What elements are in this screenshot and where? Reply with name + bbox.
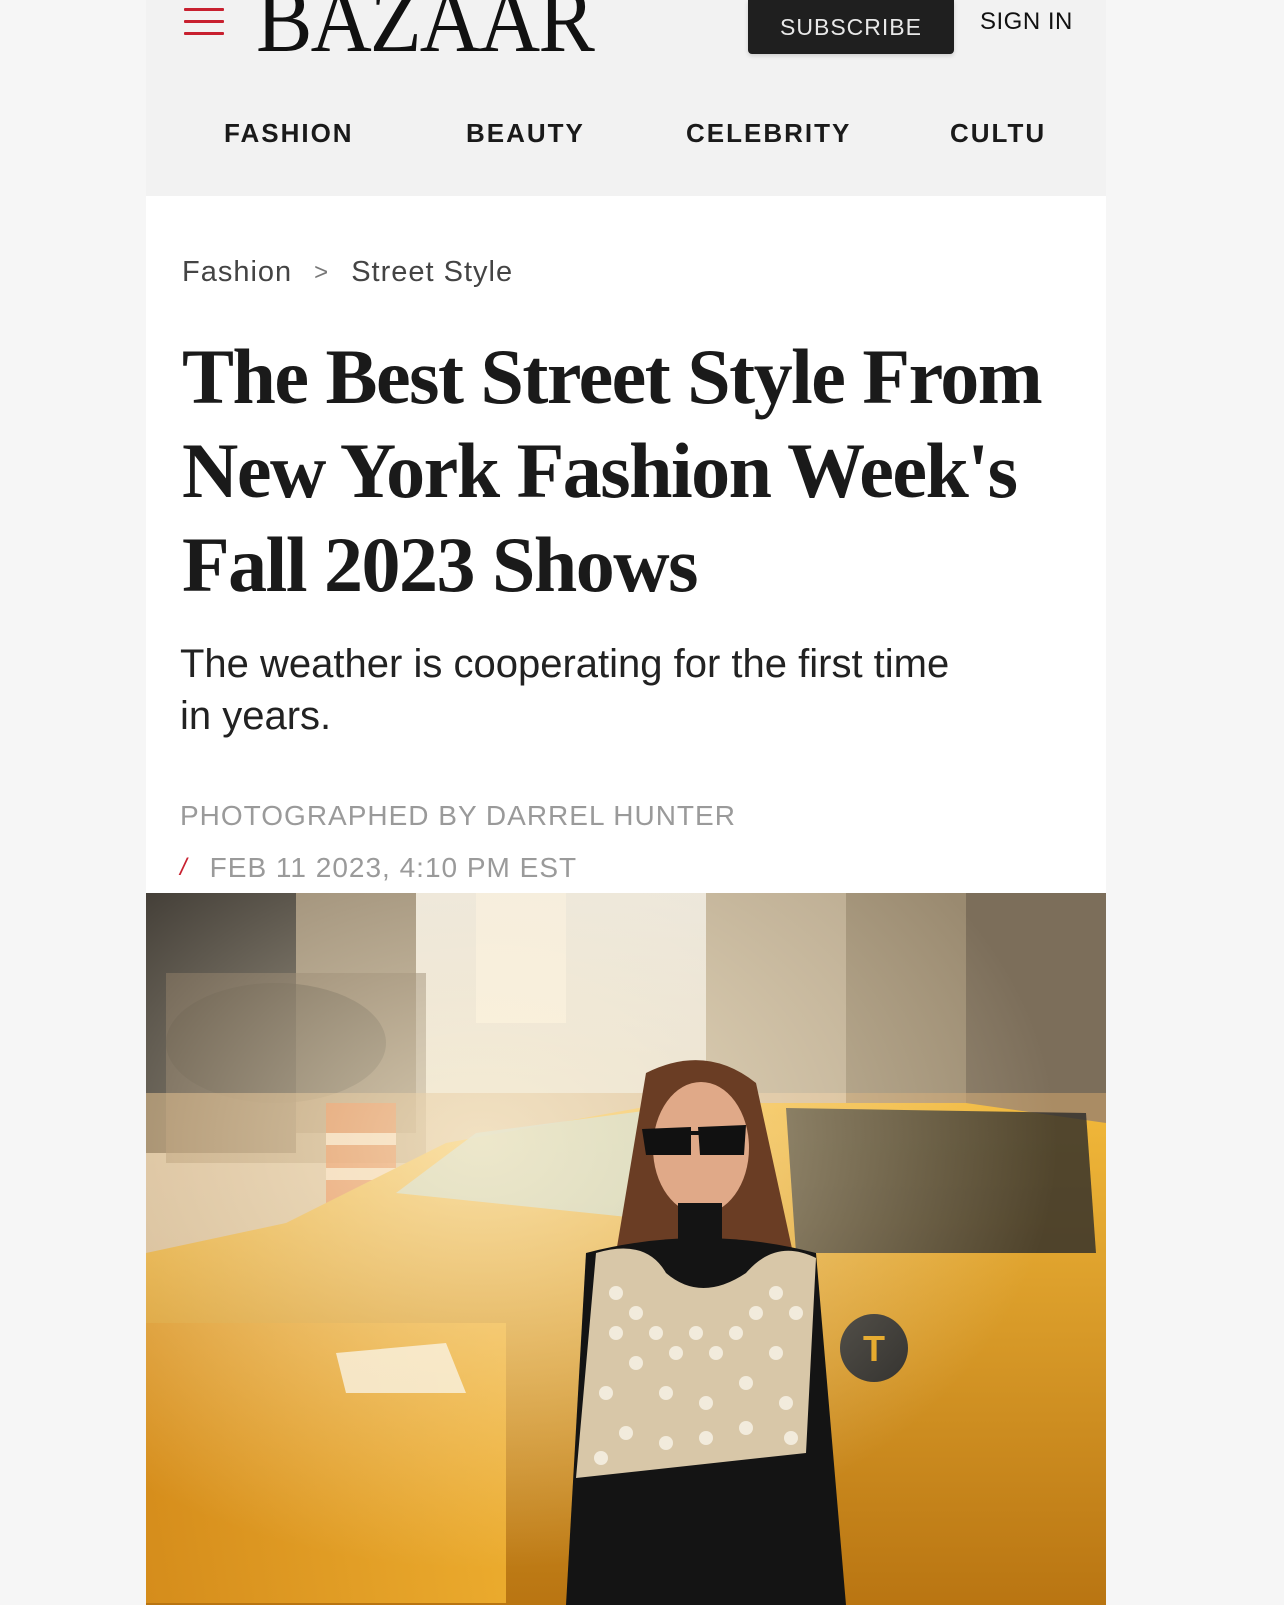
hero-image: T [146,893,1106,1605]
subscribe-button[interactable]: SUBSCRIBE [748,0,954,54]
article-page: BAZAAR SUBSCRIBE SIGN IN FASHION BEAUTY … [146,0,1106,1605]
main-nav: FASHION BEAUTY CELEBRITY CULTU [146,118,1076,158]
photographer-byline: PHOTOGRAPHED BY DARREL HUNTER [180,800,736,831]
article-title: The Best Street Style From New York Fash… [182,330,1062,612]
publish-date: / FEB 11 2023, 4:10 PM EST [180,852,577,884]
nav-item-culture[interactable]: CULTU [950,118,1046,149]
breadcrumb-separator: > [314,258,330,286]
date-slash: / [180,854,188,881]
title-line: The Best Street Style From [182,333,1043,420]
dek-line: The weather is cooperating for the first… [180,642,950,686]
site-logo[interactable]: BAZAAR [256,0,595,66]
breadcrumb-item-street-style[interactable]: Street Style [351,256,513,289]
nav-item-celebrity[interactable]: CELEBRITY [686,118,851,149]
article-dek: The weather is cooperating for the first… [180,638,1060,742]
date-text: FEB 11 2023, 4:10 PM EST [209,852,578,883]
hamburger-menu-icon[interactable] [184,8,224,38]
breadcrumb-item-fashion[interactable]: Fashion [182,256,292,289]
sign-in-link[interactable]: SIGN IN [980,8,1073,36]
nav-item-fashion[interactable]: FASHION [224,118,354,149]
breadcrumb: Fashion > Street Style [182,256,513,289]
title-line: Fall 2023 Shows [182,521,698,608]
dek-line: in years. [180,694,332,738]
title-line: New York Fashion Week's [182,427,1018,514]
nav-item-beauty[interactable]: BEAUTY [466,118,585,149]
